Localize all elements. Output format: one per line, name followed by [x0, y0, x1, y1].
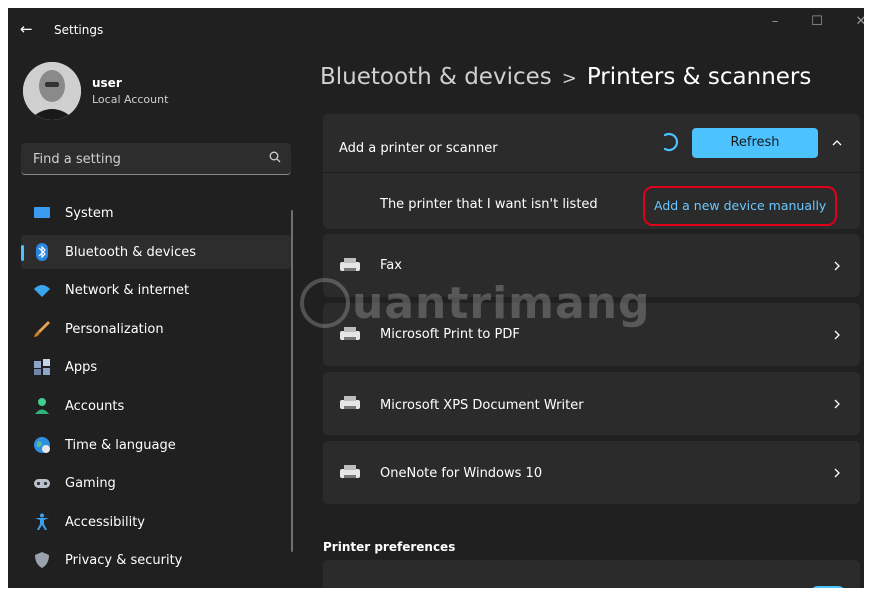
printer-name: Microsoft XPS Document Writer [380, 398, 584, 413]
sidebar-item-bluetooth[interactable]: Bluetooth & devices [21, 234, 291, 269]
sidebar-item-accounts[interactable]: Accounts [21, 389, 291, 423]
sidebar-item-label: Gaming [65, 476, 116, 492]
sidebar-item-apps[interactable]: Apps [21, 350, 291, 384]
sidebar-item-label: Time & language [65, 437, 176, 453]
printer-preferences-card[interactable] [323, 560, 860, 588]
sidebar-scrollbar[interactable] [291, 210, 293, 552]
sidebar-item-time-language[interactable]: Time & language [21, 428, 291, 462]
brush-icon [34, 320, 50, 337]
printer-name: OneNote for Windows 10 [380, 466, 543, 481]
accessibility-icon [35, 513, 49, 530]
printer-item-onenote[interactable]: OneNote for Windows 10 [323, 441, 860, 504]
chevron-right-icon [834, 468, 840, 478]
sidebar-item-privacy-security[interactable]: Privacy & security [21, 543, 291, 577]
account-type: Local Account [92, 93, 169, 106]
gamepad-icon [34, 479, 50, 489]
search-input[interactable] [21, 143, 265, 175]
globe-icon [34, 436, 50, 453]
sidebar-item-label: Personalization [65, 321, 164, 337]
printer-name: Microsoft Print to PDF [380, 327, 520, 342]
sidebar-nav: System Bluetooth & devices Network & int… [21, 196, 291, 582]
sidebar-item-system[interactable]: System [21, 196, 291, 230]
active-indicator [21, 244, 24, 261]
add-printer-label: Add a printer or scanner [339, 141, 498, 156]
printer-name: Fax [380, 258, 402, 273]
monitor-icon [34, 207, 50, 218]
printer-preferences-heading: Printer preferences [323, 540, 456, 554]
sidebar-item-label: Accounts [65, 398, 125, 414]
back-arrow-icon[interactable]: ← [20, 20, 33, 38]
maximize-button[interactable]: ☐ [800, 10, 834, 34]
sidebar-item-accessibility[interactable]: Accessibility [21, 505, 291, 539]
sidebar-item-label: Privacy & security [65, 553, 183, 569]
user-name: user [92, 76, 122, 90]
printer-icon [340, 258, 360, 271]
refresh-button[interactable]: Refresh [692, 128, 818, 158]
shield-icon [35, 552, 49, 569]
sidebar-item-label: Accessibility [65, 514, 145, 530]
divider [323, 172, 860, 173]
preference-toggle[interactable] [810, 586, 846, 588]
close-button[interactable]: ✕ [844, 10, 864, 34]
page-title: Printers & scanners [586, 64, 812, 90]
sidebar-item-network[interactable]: Network & internet [21, 273, 291, 307]
sidebar-item-label: Network & internet [65, 283, 190, 299]
title-bar: ← Settings – ☐ ✕ [8, 8, 864, 48]
printer-icon [340, 327, 360, 340]
printer-icon [340, 465, 360, 478]
breadcrumb-parent[interactable]: Bluetooth & devices [320, 64, 552, 90]
watermark: uantrimang [352, 278, 651, 329]
printer-icon [340, 396, 360, 409]
sidebar-item-gaming[interactable]: Gaming [21, 466, 291, 500]
sidebar-item-label: Apps [65, 360, 98, 376]
add-printer-card: Add a printer or scanner Refresh The pri… [323, 114, 860, 229]
watermark-logo-icon [300, 278, 350, 328]
avatar[interactable] [23, 62, 81, 120]
sidebar-item-label: System [65, 206, 114, 221]
search-box[interactable] [21, 143, 291, 175]
not-listed-label: The printer that I want isn't listed [380, 197, 598, 212]
breadcrumb: Bluetooth & devices > Printers & scanners [320, 64, 811, 90]
sidebar-item-personalization[interactable]: Personalization [21, 312, 291, 346]
printer-item-xps-writer[interactable]: Microsoft XPS Document Writer [323, 372, 860, 435]
highlight-annotation [643, 186, 837, 226]
bluetooth-icon [36, 242, 48, 261]
apps-icon [34, 359, 50, 376]
app-title: Settings [54, 23, 104, 37]
chevron-right-icon [834, 261, 840, 271]
wifi-icon [34, 285, 50, 298]
settings-window: ← Settings – ☐ ✕ user Local Account Syst… [8, 8, 864, 588]
chevron-right-icon [834, 330, 840, 340]
chevron-up-icon[interactable] [832, 138, 842, 148]
breadcrumb-separator: > [561, 68, 577, 89]
search-icon[interactable] [269, 151, 281, 163]
minimize-button[interactable]: – [758, 10, 792, 34]
loading-spinner-icon [663, 132, 679, 152]
person-icon [35, 397, 49, 414]
chevron-right-icon [834, 399, 840, 409]
sidebar-item-label: Bluetooth & devices [65, 244, 196, 260]
